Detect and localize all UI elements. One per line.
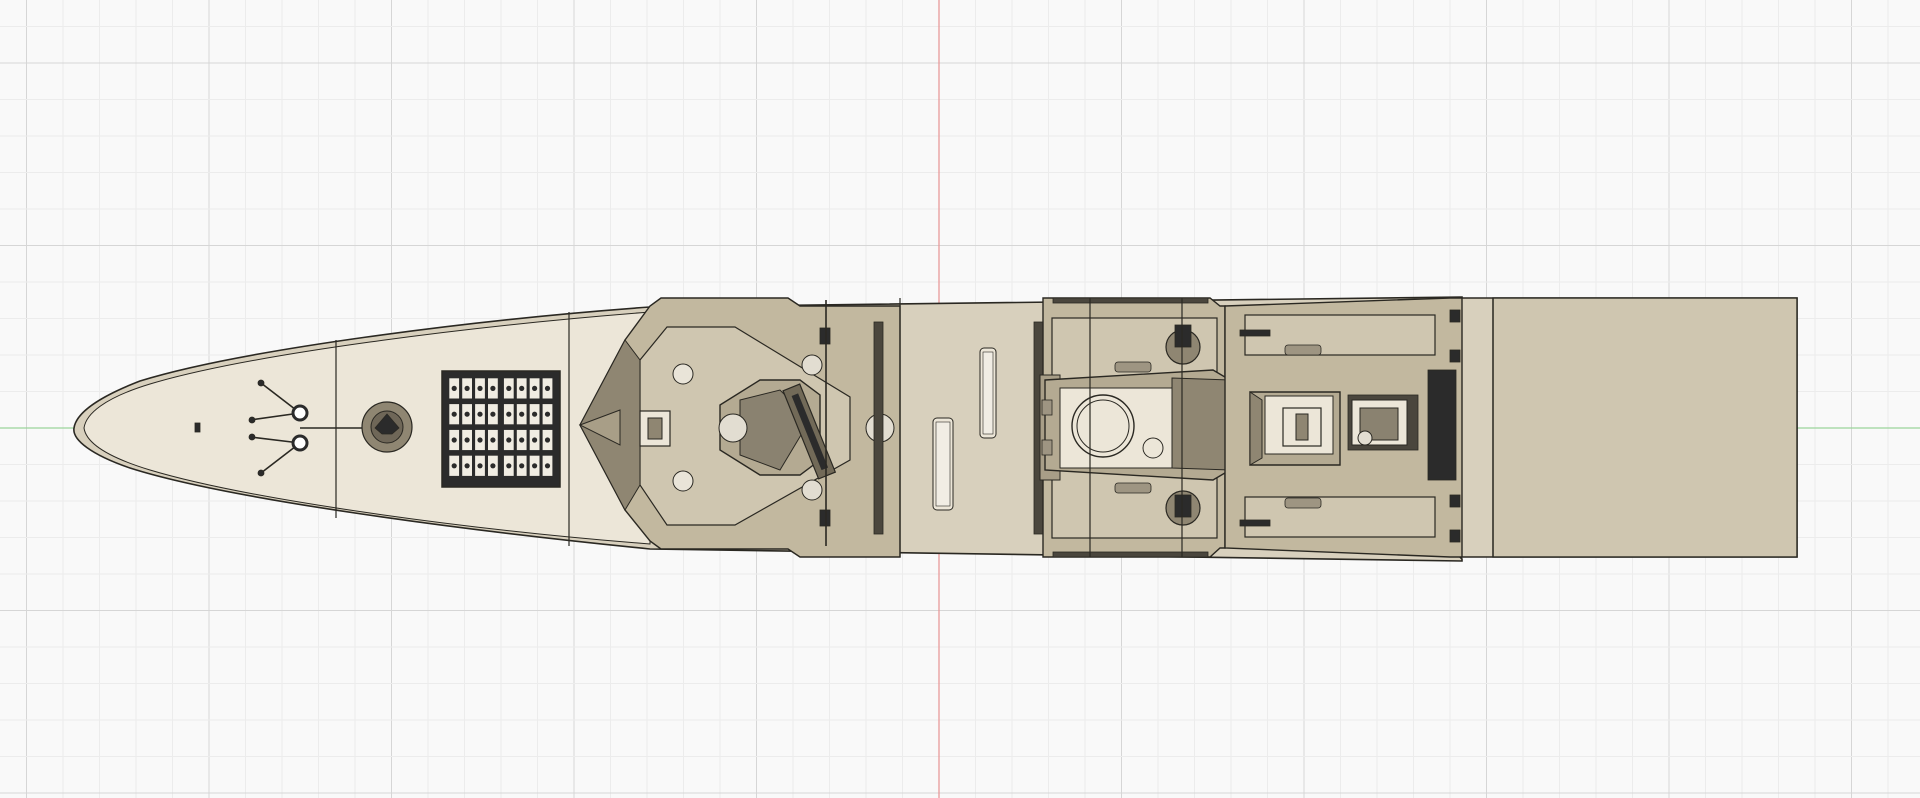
vls-cell-hatch (451, 411, 457, 417)
port-rail-1 (873, 321, 884, 535)
bridge-dome-1 (672, 363, 694, 385)
vls-cell-hatch (464, 463, 470, 469)
vls-cell-hatch (519, 385, 525, 391)
vls-cell-hatch (477, 385, 483, 391)
vls-cell-hatch (506, 437, 512, 443)
ciws-mount-port[interactable] (1165, 490, 1201, 526)
vls-cell-hatch (519, 437, 525, 443)
vls-cell-hatch (506, 463, 512, 469)
bridge-mount-inner (647, 417, 663, 440)
viewport-canvas[interactable]: .hull{fill:#d8d0bd;stroke:#2a2822;stroke… (0, 0, 1920, 798)
vls-cells-icon[interactable] (441, 370, 561, 488)
vls-cell-hatch (532, 411, 538, 417)
vls-cell-hatch (544, 385, 551, 391)
rbs-launcher-icon[interactable] (361, 401, 413, 453)
vls-cell-hatch (451, 437, 457, 443)
vls-cell-hatch (532, 463, 538, 469)
vls-cell-hatch (519, 463, 525, 469)
radar-mast-icon[interactable] (1041, 369, 1231, 481)
ship-model[interactable] (73, 296, 1798, 562)
rail-top (1052, 297, 1209, 304)
hangar-door[interactable] (1427, 369, 1457, 481)
vls-cell-hatch (544, 463, 551, 469)
vls-cell-hatch (544, 437, 551, 443)
flight-deck (1492, 297, 1798, 558)
vls-cell-hatch (519, 411, 525, 417)
design-viewport[interactable]: .hull{fill:#d8d0bd;stroke:#2a2822;stroke… (0, 0, 1920, 798)
vls-cell-hatch (451, 385, 457, 391)
vls-cell-hatch (506, 411, 512, 417)
hangar-bay-bottom (1244, 496, 1436, 538)
hangar-bay-top (1244, 314, 1436, 356)
vls-cell-hatch (490, 411, 496, 417)
vls-cell-hatch (477, 437, 483, 443)
vls-cell-hatch (532, 385, 538, 391)
vls-cell-hatch (490, 385, 496, 391)
vls-cell-hatch (477, 463, 483, 469)
vls-cell-hatch (451, 463, 457, 469)
vls-cell-hatch (490, 437, 496, 443)
vls-cell-hatch (490, 463, 496, 469)
vls-cell-hatch (477, 411, 483, 417)
bridge-dome-2 (672, 470, 694, 492)
vls-cell-hatch (464, 411, 470, 417)
rail-bottom (1052, 551, 1209, 558)
vls-cell-hatch (464, 437, 470, 443)
vls-cell-hatch (532, 437, 538, 443)
vls-cell-hatch (464, 385, 470, 391)
vls-cell-hatch (544, 411, 551, 417)
vls-cell-hatch (506, 385, 512, 391)
